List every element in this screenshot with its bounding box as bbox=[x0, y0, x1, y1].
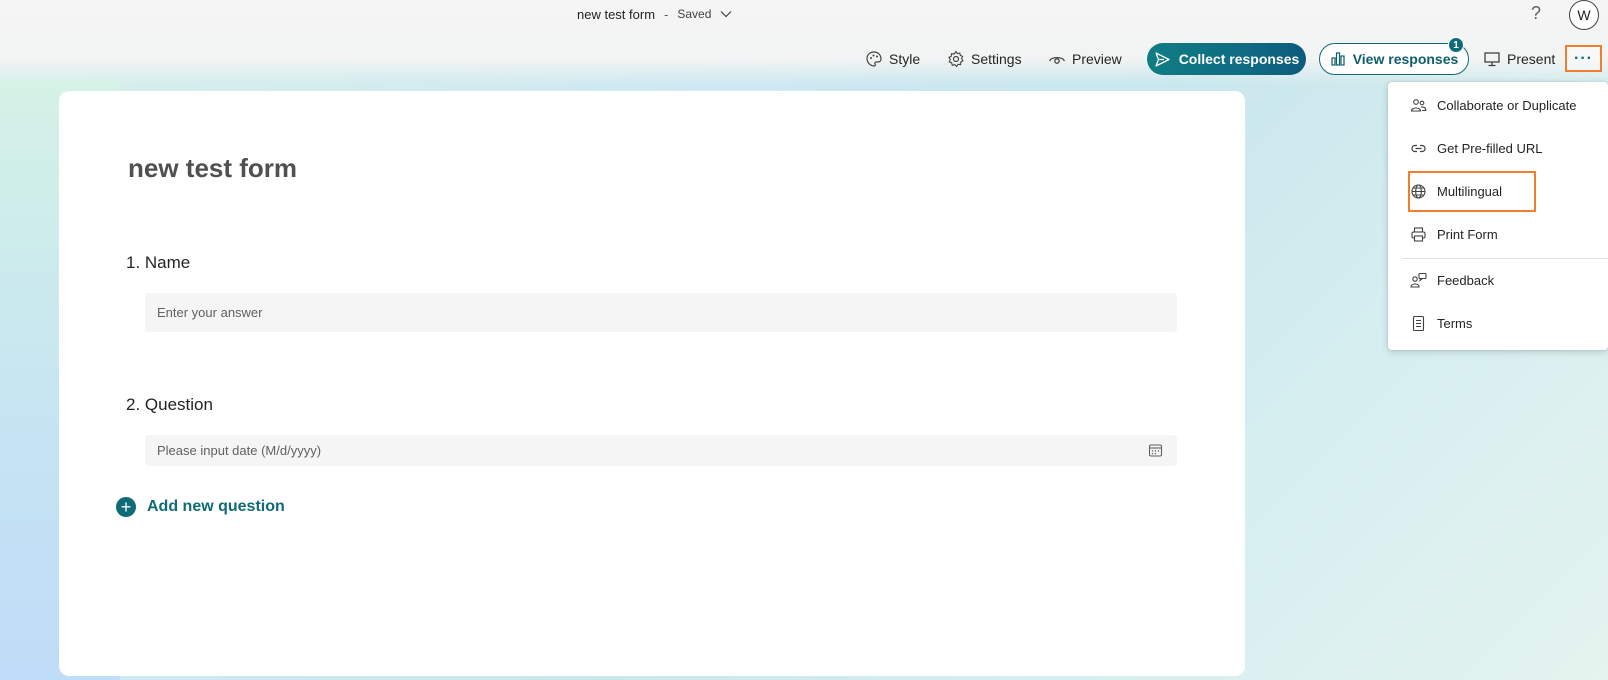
add-new-question-button[interactable]: + Add new question bbox=[116, 497, 285, 517]
date-answer-input[interactable]: Please input date (M/d/yyyy) bbox=[145, 435, 1177, 466]
link-icon bbox=[1411, 144, 1426, 152]
help-icon[interactable]: ? bbox=[1527, 2, 1545, 24]
palette-icon bbox=[866, 51, 882, 67]
menu-item-collaborate[interactable]: Collaborate or Duplicate bbox=[1388, 87, 1608, 123]
menu-item-print-form[interactable]: Print Form bbox=[1388, 216, 1608, 252]
collect-responses-button[interactable]: Collect responses bbox=[1147, 43, 1306, 75]
view-responses-button[interactable]: View responses bbox=[1319, 43, 1469, 75]
menu-item-label: Collaborate or Duplicate bbox=[1437, 97, 1577, 113]
save-status: Saved bbox=[677, 7, 712, 21]
people-icon bbox=[1410, 98, 1427, 112]
menu-item-label: Feedback bbox=[1437, 272, 1495, 288]
name-answer-input[interactable]: Enter your answer bbox=[145, 293, 1177, 332]
menu-divider bbox=[1402, 258, 1608, 259]
more-options-menu: Collaborate or Duplicate Get Pre-filled … bbox=[1388, 82, 1608, 350]
eye-icon bbox=[1048, 56, 1066, 64]
document-title[interactable]: new test form - Saved bbox=[577, 5, 733, 23]
preview-button[interactable]: Preview bbox=[1048, 47, 1122, 71]
document-icon bbox=[1412, 315, 1425, 331]
top-bar: new test form - Saved ? W Style Settings… bbox=[0, 0, 1608, 84]
present-label: Present bbox=[1507, 51, 1556, 67]
document-title-name: new test form bbox=[577, 6, 656, 22]
present-button[interactable]: Present bbox=[1483, 47, 1555, 71]
collect-responses-label: Collect responses bbox=[1178, 51, 1300, 67]
send-icon bbox=[1155, 51, 1170, 67]
document-title-separator: - bbox=[664, 6, 669, 22]
avatar[interactable]: W bbox=[1569, 0, 1599, 30]
add-new-question-label: Add new question bbox=[147, 498, 285, 515]
view-responses-label: View responses bbox=[1352, 51, 1459, 67]
style-button[interactable]: Style bbox=[865, 47, 920, 71]
form-card: new test form 1. Name Enter your answer … bbox=[59, 91, 1245, 676]
menu-item-prefilled-url[interactable]: Get Pre-filled URL bbox=[1388, 130, 1608, 166]
printer-icon bbox=[1411, 226, 1426, 242]
question-2-label: 2. Question bbox=[126, 395, 213, 414]
question-1-label: 1. Name bbox=[126, 253, 191, 272]
menu-item-label: Print Form bbox=[1437, 226, 1498, 242]
preview-label: Preview bbox=[1072, 51, 1122, 67]
multilingual-highlight bbox=[1408, 171, 1536, 212]
feedback-icon bbox=[1410, 272, 1427, 288]
calendar-icon[interactable] bbox=[1148, 443, 1163, 458]
more-options-button[interactable]: ··· bbox=[1565, 45, 1602, 72]
gear-icon bbox=[948, 50, 964, 68]
response-count-badge: 1 bbox=[1448, 37, 1464, 53]
menu-item-terms[interactable]: Terms bbox=[1388, 305, 1608, 341]
settings-label: Settings bbox=[971, 51, 1022, 67]
menu-item-label: Terms bbox=[1437, 315, 1473, 331]
monitor-icon bbox=[1484, 52, 1500, 67]
bar-chart-icon bbox=[1331, 52, 1345, 66]
chevron-down-icon bbox=[720, 11, 732, 18]
date-answer-placeholder: Please input date (M/d/yyyy) bbox=[157, 443, 322, 458]
form-title[interactable]: new test form bbox=[128, 153, 297, 184]
plus-icon: + bbox=[116, 497, 136, 517]
name-answer-placeholder: Enter your answer bbox=[157, 305, 263, 320]
settings-button[interactable]: Settings bbox=[947, 47, 1022, 71]
menu-item-label: Get Pre-filled URL bbox=[1437, 140, 1543, 156]
style-label: Style bbox=[889, 51, 921, 67]
menu-item-feedback[interactable]: Feedback bbox=[1388, 262, 1608, 298]
